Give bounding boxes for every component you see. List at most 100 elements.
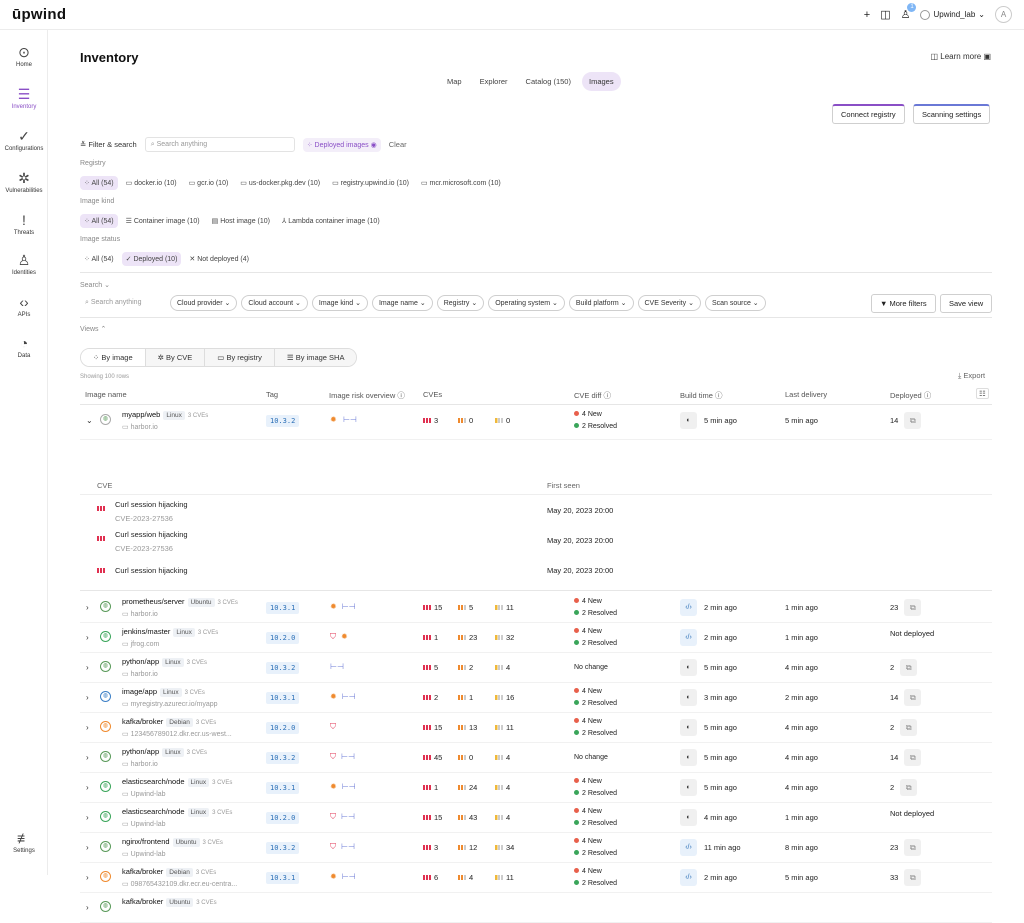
expand-chevron-icon[interactable]: › bbox=[86, 873, 89, 882]
views-toggle[interactable]: Views ⌃ bbox=[80, 325, 106, 333]
tab-explorer[interactable]: Explorer bbox=[473, 72, 515, 91]
filter-pill[interactable]: Image name ⌄ bbox=[371, 295, 433, 311]
column-settings-icon[interactable]: ☷ bbox=[976, 388, 989, 399]
sidebar-item-vulnerabilities[interactable]: ✲ Vulnerabilities bbox=[0, 170, 48, 194]
layers-icon[interactable]: ⧉ bbox=[904, 412, 922, 429]
registry-chip[interactable]: ▭ mcr.microsoft.com (10) bbox=[417, 176, 505, 190]
table-row[interactable]: › ◍ python/app Linux 3 CVEs ▭ harbor.io 10.3.2… bbox=[80, 743, 992, 773]
learn-more-link[interactable]: ◫ Learn more ▣ bbox=[931, 52, 992, 61]
table-row[interactable]: › ◍ image/app Linux 3 CVEs ▭ myregistry.azure… bbox=[80, 683, 992, 713]
clear-button[interactable]: Clear bbox=[389, 140, 407, 149]
expand-chevron-icon[interactable]: › bbox=[86, 603, 89, 612]
expand-chevron-icon[interactable]: › bbox=[86, 843, 89, 852]
sidebar-item-apis[interactable]: ‹› APIs bbox=[0, 294, 48, 318]
registry-chip[interactable]: ▭ gcr.io (10) bbox=[185, 176, 233, 190]
collapse-chevron-icon[interactable]: ⌄ bbox=[86, 416, 93, 425]
search-section-toggle[interactable]: Search ⌄ bbox=[80, 281, 110, 289]
filter-search-toggle[interactable]: ≚ Filter & search bbox=[80, 140, 137, 149]
table-row[interactable]: › ◍ kafka/broker Debian 3 CVEs ▭ 098765432109… bbox=[80, 863, 992, 893]
table-row[interactable]: ⌄ ◍ myapp/web Linux 3 CVEs ▭ harbor.io 10.… bbox=[80, 406, 992, 440]
scanning-settings-button[interactable]: Scanning settings bbox=[913, 104, 991, 124]
image-kind-chip[interactable]: ⅄ Lambda container image (10) bbox=[278, 214, 384, 228]
registry-chip[interactable]: ▭ registry.upwind.io (10) bbox=[328, 176, 413, 190]
image-status-chip[interactable]: ✓ Deployed (10) bbox=[121, 252, 182, 266]
col-image-name[interactable]: Image name bbox=[85, 390, 127, 399]
layers-icon[interactable]: ⧉ bbox=[904, 689, 922, 706]
user-menu[interactable]: Upwind_lab ⌄ bbox=[920, 9, 985, 20]
filter-pill[interactable]: Registry ⌄ bbox=[436, 295, 485, 311]
col-cves[interactable]: CVEs bbox=[423, 390, 442, 399]
layers-icon[interactable]: ⧉ bbox=[900, 659, 918, 676]
table-row[interactable]: › ◍ elasticsearch/node Linux 3 CVEs ▭ Upwind-… bbox=[80, 773, 992, 803]
upwind-logo[interactable]: ūpwind bbox=[12, 6, 66, 23]
expand-chevron-icon[interactable]: › bbox=[86, 633, 89, 642]
sidebar-item-identities[interactable]: ♙ Identities bbox=[0, 252, 48, 276]
export-button[interactable]: ⤓ Export bbox=[958, 371, 985, 381]
notifications-icon[interactable]: ♙ 1 bbox=[901, 3, 917, 21]
deployed-images-chip[interactable]: ⁘ Deployed images ◉ bbox=[302, 137, 381, 152]
image-status-chip[interactable]: ⁘ All (54) bbox=[80, 252, 118, 266]
expand-chevron-icon[interactable]: › bbox=[86, 813, 89, 822]
filter-pill[interactable]: Cloud account ⌄ bbox=[241, 295, 308, 311]
table-row[interactable]: › ◍ elasticsearch/node Linux 3 CVEs ▭ Upwind-… bbox=[80, 803, 992, 833]
columns-icon[interactable]: ◫ bbox=[880, 8, 890, 21]
view-by-image[interactable]: ⁘ By image bbox=[81, 349, 146, 366]
more-filters-button[interactable]: ▼ More filters bbox=[871, 294, 936, 313]
expand-chevron-icon[interactable]: › bbox=[86, 903, 89, 912]
image-kind-chip[interactable]: ☰ Container image (10) bbox=[122, 214, 204, 228]
search-input[interactable]: ⌕ Search anything bbox=[144, 137, 295, 152]
sidebar-item-settings[interactable]: ≢ Settings bbox=[0, 830, 48, 854]
expand-chevron-icon[interactable]: › bbox=[86, 723, 89, 732]
sidebar-item-threats[interactable]: ! Threats bbox=[0, 212, 48, 236]
sidebar-item-data[interactable]: ◔ Data bbox=[0, 335, 48, 359]
image-kind-chip[interactable]: ⁘ All (54) bbox=[80, 214, 118, 228]
expand-chevron-icon[interactable]: › bbox=[86, 783, 89, 792]
filter-pill[interactable]: CVE Severity ⌄ bbox=[637, 295, 701, 311]
col-cve-diff[interactable]: CVE diff ⓘ bbox=[574, 390, 611, 401]
expand-chevron-icon[interactable]: › bbox=[86, 693, 89, 702]
table-row[interactable]: › ◍ kafka/broker Ubuntu 3 CVEs bbox=[80, 893, 992, 923]
search-anything-input[interactable]: ⌕ Search anything bbox=[80, 296, 166, 311]
filter-pill[interactable]: Operating system ⌄ bbox=[488, 295, 565, 311]
connect-registry-button[interactable]: Connect registry bbox=[832, 104, 905, 124]
sidebar-item-configurations[interactable]: ✓ Configurations bbox=[0, 128, 48, 152]
col-tag[interactable]: Tag bbox=[266, 390, 278, 399]
layers-icon[interactable]: ⧉ bbox=[900, 719, 918, 736]
tab-map[interactable]: Map bbox=[440, 72, 469, 91]
image-status-chip[interactable]: ✕ Not deployed (4) bbox=[185, 252, 253, 266]
col-build-time[interactable]: Build time ⓘ bbox=[680, 390, 723, 401]
layers-icon[interactable]: ⧉ bbox=[904, 599, 922, 616]
layers-icon[interactable]: ⧉ bbox=[900, 779, 918, 796]
layers-icon[interactable]: ⧉ bbox=[904, 839, 922, 856]
tab-catalog[interactable]: Catalog (150) bbox=[519, 72, 578, 91]
expand-chevron-icon[interactable]: › bbox=[86, 663, 89, 672]
table-row[interactable]: › ◍ python/app Linux 3 CVEs ▭ harbor.io 10.3.2… bbox=[80, 653, 992, 683]
filter-pill[interactable]: Image kind ⌄ bbox=[311, 295, 368, 311]
filter-pill[interactable]: Scan source ⌄ bbox=[704, 295, 766, 311]
view-by-cve[interactable]: ✲ By CVE bbox=[145, 349, 206, 366]
table-row[interactable]: › ◍ kafka/broker Debian 3 CVEs ▭ 123456789012… bbox=[80, 713, 992, 743]
sidebar-item-inventory[interactable]: ☰ Inventory bbox=[0, 86, 48, 110]
layers-icon[interactable]: ⧉ bbox=[904, 869, 922, 886]
registry-chip[interactable]: ▭ us-docker.pkg.dev (10) bbox=[236, 176, 324, 190]
filter-pill[interactable]: Build platform ⌄ bbox=[568, 295, 634, 311]
save-view-button[interactable]: Save view bbox=[940, 294, 993, 313]
view-by-registry[interactable]: ▭ By registry bbox=[205, 349, 275, 366]
registry-chip[interactable]: ▭ docker.io (10) bbox=[122, 176, 181, 190]
plus-icon[interactable]: + bbox=[864, 9, 870, 21]
filter-pill[interactable]: Cloud provider ⌄ bbox=[170, 295, 238, 311]
expand-chevron-icon[interactable]: › bbox=[86, 753, 89, 762]
layers-icon[interactable]: ⧉ bbox=[904, 749, 922, 766]
view-by-image-sha[interactable]: ☰ By image SHA bbox=[274, 349, 357, 366]
table-row[interactable]: › ◍ jenkins/master Linux 3 CVEs ▭ jfrog.com 10… bbox=[80, 623, 992, 653]
sidebar-item-home[interactable]: ⊙ Home bbox=[0, 44, 48, 68]
table-row[interactable]: › ◍ nginx/frontend Ubuntu 3 CVEs ▭ Upwind-lab… bbox=[80, 833, 992, 863]
col-deployed[interactable]: Deployed ⓘ bbox=[890, 390, 931, 401]
image-kind-chip[interactable]: ▤ Host image (10) bbox=[208, 214, 274, 228]
table-row[interactable]: › ◍ prometheus/server Ubuntu 3 CVEs ▭ harbor.… bbox=[80, 593, 992, 623]
avatar[interactable]: A bbox=[995, 6, 1012, 23]
tab-images[interactable]: Images bbox=[581, 72, 621, 91]
col-risk[interactable]: Image risk overview ⓘ bbox=[329, 390, 405, 401]
col-last-delivery[interactable]: Last delivery bbox=[785, 390, 827, 399]
registry-chip[interactable]: ⁘ All (54) bbox=[80, 176, 118, 190]
